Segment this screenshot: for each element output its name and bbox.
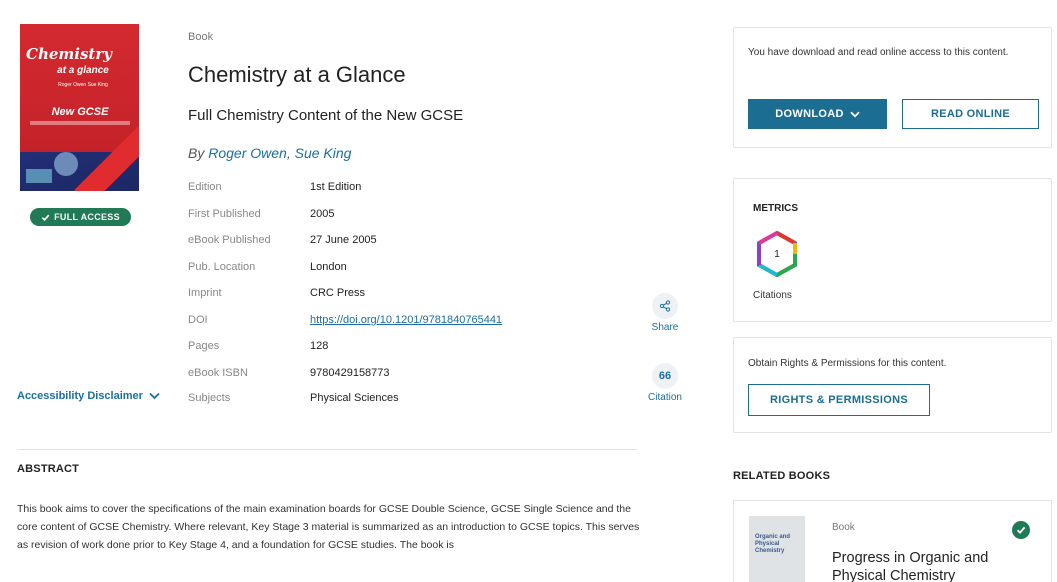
- rights-text: Obtain Rights & Permissions for this con…: [748, 358, 947, 369]
- meta-value: London: [310, 261, 347, 273]
- citation-button[interactable]: 66 Citation: [646, 363, 684, 403]
- check-icon: [1012, 521, 1030, 539]
- download-label: DOWNLOAD: [775, 108, 844, 120]
- cover-authors: Roger Owen Sue King: [58, 82, 108, 88]
- author-link[interactable]: Sue King: [295, 145, 352, 161]
- download-button[interactable]: DOWNLOAD: [748, 99, 887, 129]
- book-subtitle: Full Chemistry Content of the New GCSE: [188, 107, 464, 124]
- meta-value: 27 June 2005: [310, 234, 377, 246]
- accessibility-disclaimer-toggle[interactable]: Accessibility Disclaimer: [17, 390, 160, 402]
- cover-flask-graphic: [54, 152, 78, 176]
- meta-key: Pages: [188, 340, 220, 352]
- author-line: By Roger Owen, Sue King: [188, 145, 352, 161]
- metrics-card: METRICS 1 Citations: [733, 178, 1052, 322]
- meta-value: 2005: [310, 208, 335, 220]
- meta-value: 1st Edition: [310, 181, 362, 193]
- cover-tagline: New GCSE: [51, 106, 109, 118]
- citations-count: 1: [774, 248, 780, 260]
- cover-stripe: [30, 121, 130, 125]
- meta-key: Imprint: [188, 287, 222, 299]
- check-icon: [41, 214, 50, 221]
- share-button[interactable]: Share: [650, 293, 680, 333]
- by-label: By: [188, 145, 205, 161]
- access-card: You have download and read online access…: [733, 27, 1052, 148]
- rights-card: Obtain Rights & Permissions for this con…: [733, 337, 1052, 433]
- share-label: Share: [651, 322, 679, 333]
- meta-key: Edition: [188, 181, 222, 193]
- meta-value: CRC Press: [310, 287, 366, 299]
- meta-key: eBook Published: [188, 234, 271, 246]
- cover-title-line1: Chemistry: [26, 45, 112, 63]
- related-book-cover: Organic and Physical Chemistry: [749, 516, 805, 582]
- cover-red-band: [20, 24, 139, 152]
- citation-label: Citation: [648, 392, 682, 403]
- meta-key: Subjects: [188, 392, 231, 404]
- share-icon: [652, 293, 678, 319]
- meta-value: 128: [310, 340, 329, 352]
- abstract-heading: ABSTRACT: [17, 463, 80, 475]
- meta-key: First Published: [188, 208, 261, 220]
- related-book-title[interactable]: Progress in Organic and Physical Chemist…: [832, 549, 1032, 582]
- page-title: Chemistry at a Glance: [188, 62, 406, 87]
- section-divider: [17, 449, 637, 450]
- author-link[interactable]: Roger Owen: [208, 145, 287, 161]
- chevron-down-icon: [149, 392, 160, 400]
- meta-key: Pub. Location: [188, 261, 256, 273]
- doi-link[interactable]: https://doi.org/10.1201/9781840765441: [310, 314, 502, 326]
- content-type-label: Book: [188, 31, 214, 43]
- cover-subtitle: at a glance: [57, 65, 109, 76]
- accessibility-disclaimer-label: Accessibility Disclaimer: [17, 390, 143, 402]
- quote-icon: 66: [652, 363, 678, 389]
- access-text: You have download and read online access…: [748, 47, 1009, 58]
- cover-publisher-logo: [26, 169, 52, 183]
- related-book-card[interactable]: Organic and Physical Chemistry Book Prog…: [733, 500, 1052, 582]
- rights-permissions-button[interactable]: RIGHTS & PERMISSIONS: [748, 384, 930, 416]
- cover-title: Chemistry: [26, 46, 136, 62]
- meta-value: Physical Sciences: [310, 392, 399, 404]
- metrics-heading: METRICS: [753, 203, 798, 214]
- citations-metric-badge[interactable]: 1: [752, 229, 802, 279]
- related-books-heading: RELATED BOOKS: [733, 470, 831, 482]
- citations-label: Citations: [753, 290, 792, 301]
- related-book-type: Book: [832, 522, 855, 533]
- full-access-label: FULL ACCESS: [54, 212, 120, 222]
- abstract-text: This book aims to cover the specificatio…: [17, 503, 640, 551]
- full-access-badge: FULL ACCESS: [30, 208, 131, 226]
- chevron-down-icon: [850, 111, 860, 117]
- related-cover-text: Organic and Physical Chemistry: [755, 534, 791, 554]
- meta-key: eBook ISBN: [188, 367, 248, 379]
- meta-value: 9780429158773: [310, 367, 390, 379]
- meta-key: DOI: [188, 314, 208, 326]
- book-cover: Chemistry at a glance Roger Owen Sue Kin…: [20, 24, 139, 191]
- read-online-button[interactable]: READ ONLINE: [902, 99, 1039, 129]
